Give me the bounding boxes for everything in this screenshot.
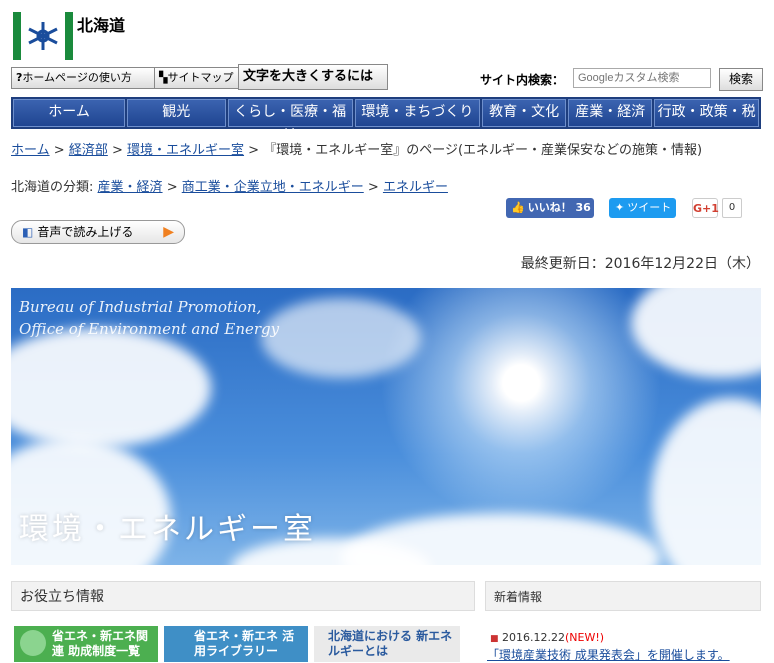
breadcrumb-sep: > (111, 143, 123, 158)
new-badge: (NEW!) (565, 631, 605, 644)
google-plus-button[interactable]: G+1 (692, 198, 719, 218)
breadcrumb-economy[interactable]: 経済部 (69, 143, 108, 158)
google-plus-count: 0 (722, 198, 742, 218)
new-energy-banner-label: 北海道における 新エネルギーとは (328, 629, 453, 658)
nav-education[interactable]: 教育・文化 (482, 99, 567, 127)
font-size-help-button[interactable]: 文字を大きくするには (238, 64, 388, 90)
tweet-button[interactable]: ✦ ツイート (609, 198, 676, 218)
classification-sep: > (166, 180, 178, 195)
smile-icon (20, 630, 46, 656)
subsidy-banner-label: 省エネ・新エネ関連 助成制度一覧 (52, 629, 149, 658)
hokkaido-logo[interactable] (13, 12, 73, 60)
news-date-text: 2016.12.22 (502, 631, 565, 644)
classification-link-commerce[interactable]: 商工業・企業立地・エネルギー (182, 180, 364, 195)
breadcrumb-sep: > (248, 143, 260, 158)
nav-tourism[interactable]: 観光 (127, 99, 226, 127)
library-banner-label: 省エネ・新エネ 活用ライブラリー (194, 629, 295, 658)
speaker-icon: ◧ (22, 225, 34, 239)
sitemap-label: サイトマップ (167, 71, 234, 84)
hero-banner: Bureau of Industrial Promotion, Office o… (11, 288, 761, 565)
read-aloud-label: 音声で読み上げる (37, 225, 134, 239)
classification: 北海道の分類: 産業・経済 > 商工業・企業立地・エネルギー > エネルギー (11, 176, 448, 195)
classification-link-energy[interactable]: エネルギー (383, 180, 448, 195)
hero-english-title: Bureau of Industrial Promotion, Office o… (19, 296, 279, 340)
nav-environment[interactable]: 環境・まちづくり (354, 99, 480, 127)
new-energy-banner[interactable]: 北海道における 新エネルギーとは (314, 626, 460, 662)
nav-industry[interactable]: 産業・経済 (568, 99, 653, 127)
classification-sep: > (367, 180, 379, 195)
twitter-bird-icon: ✦ (615, 201, 625, 214)
breadcrumb: ホーム > 経済部 > 環境・エネルギー室 > 『環境・エネルギー室』のページ(… (11, 139, 702, 158)
thumbs-up-icon: 👍 (511, 201, 525, 214)
hero-en-line1: Bureau of Industrial Promotion, (19, 298, 262, 316)
search-button[interactable]: 検索 (719, 68, 763, 91)
nav-administration[interactable]: 行政・政策・税 (654, 99, 760, 127)
breadcrumb-current: 『環境・エネルギー室』のページ(エネルギー・産業保安などの施策・情報) (263, 143, 703, 158)
news-item-link[interactable]: 「環境産業技術 成果発表会」を開催します。 (487, 646, 730, 663)
subsidy-list-banner[interactable]: 省エネ・新エネ関連 助成制度一覧 (14, 626, 158, 662)
energy-library-banner[interactable]: 省エネ・新エネ 活用ライブラリー (164, 626, 308, 662)
breadcrumb-home[interactable]: ホーム (11, 143, 50, 158)
homepage-guide-button[interactable]: ?ホームページの使い方 (11, 67, 161, 89)
last-updated: 最終更新日：2016年12月22日（木） (520, 256, 760, 272)
read-aloud-button[interactable]: ◧ 音声で読み上げる ▶ (11, 220, 185, 244)
play-icon: ▶ (163, 224, 174, 240)
classification-label: 北海道の分類: (11, 180, 94, 195)
snowflake-emblem-icon (28, 22, 58, 50)
breadcrumb-sep: > (53, 143, 65, 158)
prefecture-name[interactable]: 北海道 (77, 12, 125, 36)
search-input[interactable] (573, 68, 711, 88)
global-nav: ホーム 観光 くらし・医療・福祉 環境・まちづくり 教育・文化 産業・経済 行政… (11, 97, 761, 144)
useful-info-heading: お役立ち情報 (11, 581, 475, 611)
nav-living[interactable]: くらし・医療・福祉 (227, 99, 353, 144)
facebook-like-button[interactable]: 👍 いいね！ 36 (506, 198, 594, 218)
nav-home[interactable]: ホーム (13, 99, 126, 127)
hero-japanese-title: 環境・エネルギー室 (19, 512, 316, 547)
hero-en-line2: Office of Environment and Energy (19, 320, 280, 338)
tweet-label: ツイート (627, 201, 672, 214)
news-heading: 新着情報 (485, 581, 761, 611)
homepage-guide-label: ホームページの使い方 (22, 71, 132, 84)
news-bullet-icon: ■ (490, 634, 499, 644)
sitemap-button[interactable]: ▚サイトマップ (154, 67, 244, 89)
search-label: サイト内検索： (480, 73, 565, 87)
like-label: いいね！ 36 (527, 201, 591, 214)
classification-link-industry[interactable]: 産業・経済 (98, 180, 163, 195)
breadcrumb-energy-office[interactable]: 環境・エネルギー室 (127, 143, 244, 158)
news-item-date: ■ 2016.12.22(NEW!) (490, 631, 604, 644)
